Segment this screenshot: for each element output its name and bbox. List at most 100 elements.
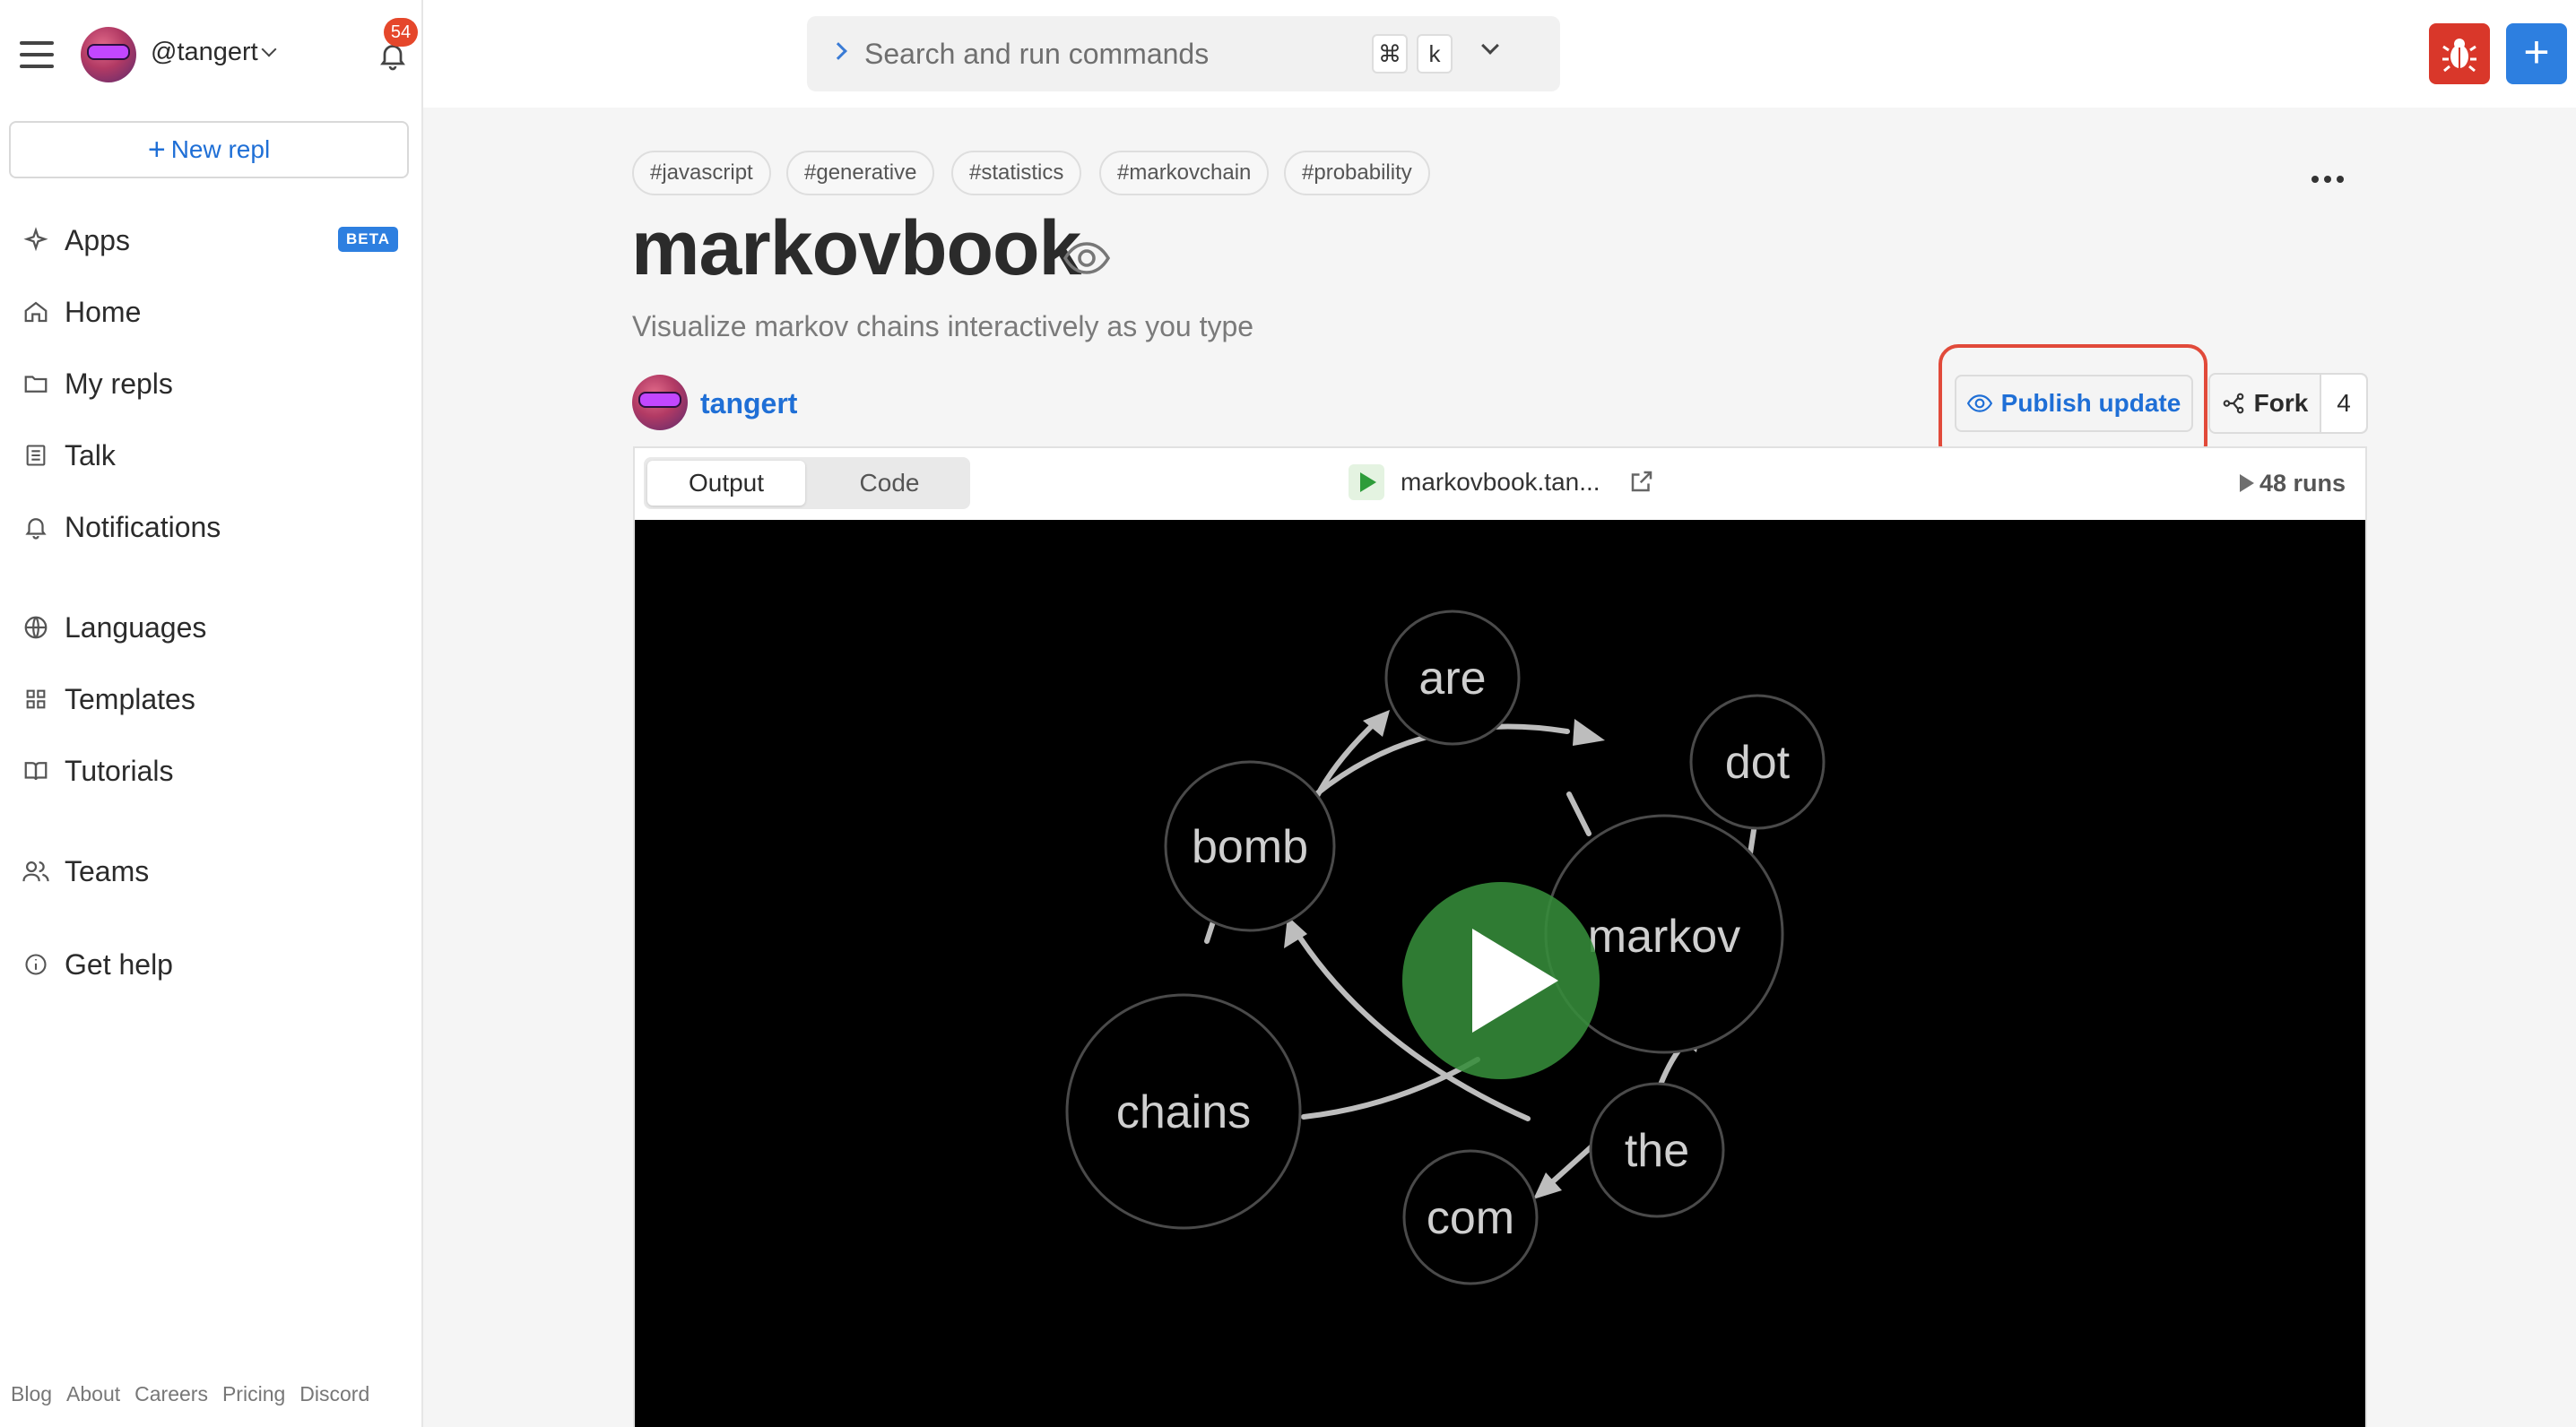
templates-icon: [20, 683, 52, 715]
tag-javascript[interactable]: #javascript: [632, 151, 771, 195]
sidebar-item-notifications[interactable]: Notifications: [20, 505, 405, 549]
folder-icon: [20, 368, 52, 400]
play-button[interactable]: [1402, 882, 1600, 1079]
node-label: chains: [1116, 1086, 1251, 1138]
footer-link-discord[interactable]: Discord: [299, 1382, 369, 1406]
repl-description: Visualize markov chains interactively as…: [632, 310, 1254, 342]
home-icon: [20, 296, 52, 328]
talk-icon: [20, 439, 52, 471]
username-label: @tangert: [151, 38, 258, 66]
node-label: are: [1418, 653, 1486, 705]
node-label: the: [1625, 1125, 1689, 1177]
sidebar-item-label: Talk: [65, 438, 116, 471]
node-chains: chains: [1065, 993, 1302, 1230]
tab-output[interactable]: Output: [647, 461, 805, 506]
new-repl-button[interactable]: + New repl: [9, 121, 409, 178]
shortcut-key-k: k: [1417, 34, 1453, 74]
tag-probability[interactable]: #probability: [1284, 151, 1430, 195]
sidebar-item-label: Languages: [65, 610, 207, 644]
menu-icon[interactable]: [20, 41, 54, 68]
sidebar-item-label: Notifications: [65, 510, 221, 543]
command-search[interactable]: Search and run commands ⌘ k: [807, 16, 1560, 91]
edge-markov-dot-right: [1748, 827, 1756, 856]
shortcut-key-cmd: ⌘: [1372, 34, 1408, 74]
external-link-icon[interactable]: [1628, 468, 1655, 495]
beta-badge: BETA: [338, 227, 399, 252]
sidebar-item-label: Teams: [65, 854, 150, 887]
node-bomb: bomb: [1164, 760, 1336, 932]
view-toggle: Output Code: [644, 457, 970, 509]
footer-link-pricing[interactable]: Pricing: [222, 1382, 285, 1406]
tag-generative[interactable]: #generative: [786, 151, 935, 195]
node-com: com: [1402, 1149, 1539, 1285]
play-icon: [2240, 474, 2254, 492]
node-are: are: [1384, 610, 1521, 746]
edge-chains-markov: [1301, 1057, 1480, 1120]
node-label: markov: [1588, 911, 1740, 963]
node-label: com: [1427, 1192, 1514, 1244]
info-icon: [20, 948, 52, 981]
repl-panel: Output Code markovbook.tan... 48 runs ar…: [633, 446, 2367, 1427]
sidebar-item-label: Apps: [65, 223, 130, 256]
sidebar-item-home[interactable]: Home: [20, 290, 405, 334]
chevron-down-icon[interactable]: [1481, 37, 1499, 55]
footer-link-blog[interactable]: Blog: [11, 1382, 52, 1406]
report-bug-button[interactable]: [2429, 23, 2490, 84]
output-canvas[interactable]: are dot bomb markov chains the com: [635, 520, 2365, 1427]
user-menu[interactable]: @tangert: [151, 38, 277, 67]
run-icon[interactable]: [1349, 464, 1384, 500]
fork-button[interactable]: Fork: [2210, 375, 2321, 432]
notification-count-badge: 54: [384, 18, 418, 47]
book-icon: [20, 755, 52, 787]
panel-toolbar: Output Code markovbook.tan... 48 runs: [635, 448, 2365, 520]
node-dot: dot: [1689, 694, 1826, 830]
repl-url[interactable]: markovbook.tan...: [1401, 468, 1600, 497]
sidebar-item-tutorials[interactable]: Tutorials: [20, 748, 405, 793]
author-avatar[interactable]: [632, 375, 688, 430]
node-label: bomb: [1192, 821, 1308, 873]
sparkle-icon: [20, 224, 52, 256]
more-options-icon[interactable]: [2311, 176, 2344, 183]
sidebar-item-templates[interactable]: Templates: [20, 677, 405, 722]
sidebar-item-languages[interactable]: Languages: [20, 605, 405, 650]
sidebar-item-talk[interactable]: Talk: [20, 433, 405, 478]
footer-link-careers[interactable]: Careers: [134, 1382, 208, 1406]
run-count-label: 48 runs: [2259, 470, 2346, 497]
fork-group: Fork 4: [2208, 373, 2368, 434]
tag-statistics[interactable]: #statistics: [951, 151, 1082, 195]
search-placeholder: Search and run commands: [864, 38, 1210, 70]
chevron-right-icon: [829, 42, 847, 60]
fork-label: Fork: [2253, 389, 2309, 417]
plus-icon: +: [147, 133, 166, 167]
edge-markov-dot-top: [1566, 791, 1592, 836]
fork-icon: [2223, 393, 2244, 414]
publish-update-button[interactable]: Publish update: [1955, 375, 2193, 432]
eye-icon: [1966, 394, 1992, 412]
sidebar-item-apps[interactable]: Apps BETA: [20, 218, 405, 263]
chevron-down-icon: [261, 41, 277, 57]
footer-link-about[interactable]: About: [66, 1382, 120, 1406]
sidebar-item-teams[interactable]: Teams: [20, 849, 405, 894]
tab-code[interactable]: Code: [811, 461, 968, 506]
tag-markovchain[interactable]: #markovchain: [1099, 151, 1270, 195]
sidebar-item-label: Get help: [65, 947, 173, 981]
author-link[interactable]: tangert: [700, 387, 797, 420]
node-label: dot: [1725, 737, 1791, 789]
new-repl-label: New repl: [170, 135, 271, 163]
sidebar-item-label: Home: [65, 295, 142, 328]
run-count: 48 runs: [2240, 470, 2346, 497]
arrowhead-dot: [1573, 719, 1605, 746]
plus-icon: +: [2523, 27, 2550, 77]
page-title: markovbook: [631, 205, 1081, 291]
sidebar-item-label: Tutorials: [65, 754, 174, 787]
sidebar-item-get-help[interactable]: Get help: [20, 942, 405, 987]
avatar[interactable]: [81, 27, 136, 82]
sidebar-item-my-repls[interactable]: My repls: [20, 361, 405, 406]
create-button[interactable]: +: [2506, 23, 2567, 84]
eye-icon: [1063, 242, 1110, 274]
sidebar-item-label: Templates: [65, 682, 195, 715]
bug-icon: [2442, 39, 2476, 73]
top-bar: Search and run commands ⌘ k +: [423, 0, 2576, 108]
publish-update-label: Publish update: [2000, 389, 2181, 417]
footer-links: Blog About Careers Pricing Discord: [11, 1382, 369, 1406]
